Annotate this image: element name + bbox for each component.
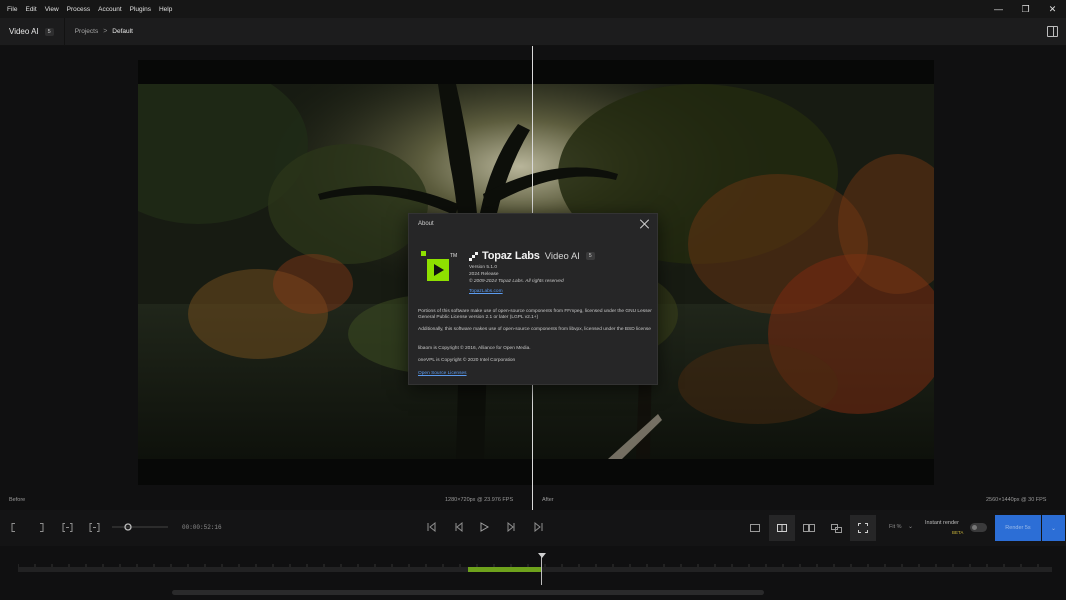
app-title: Video AI — [9, 27, 39, 36]
libvpx-notice: Additionally, this software makes use of… — [418, 327, 651, 332]
jump-to-in-icon[interactable] — [61, 521, 73, 533]
timecode-display: 00:00:52:16 — [182, 524, 222, 531]
libaom-notice: libaom is Copyright © 2016, Alliance for… — [418, 346, 531, 351]
play-icon[interactable] — [478, 521, 490, 533]
render-button[interactable]: Render 5s — [995, 515, 1041, 541]
breadcrumb-projects[interactable]: Projects — [75, 28, 98, 35]
mark-out-icon[interactable] — [37, 521, 45, 533]
timeline-scrollbar[interactable] — [172, 590, 764, 595]
ffmpeg-notice: Portions of this software make use of op… — [418, 309, 652, 321]
split-view-button[interactable] — [769, 515, 795, 541]
menu-help[interactable]: Help — [156, 6, 175, 13]
breadcrumb: Projects > Default — [75, 28, 133, 35]
open-source-licenses-link[interactable]: Open Source Licenses — [418, 371, 652, 377]
skip-to-start-icon[interactable] — [425, 521, 437, 533]
menu-bar: File Edit View Process Account Plugins H… — [0, 0, 1066, 18]
single-view-button[interactable] — [742, 515, 768, 541]
render-options-dropdown[interactable]: ⌄ — [1042, 515, 1065, 541]
product-version-badge: 5 — [585, 252, 595, 260]
instant-render-label: Instant render — [925, 520, 959, 526]
menu-process[interactable]: Process — [64, 6, 93, 13]
playhead-handle-icon[interactable] — [537, 553, 546, 558]
close-window-button[interactable]: ✕ — [1039, 0, 1066, 18]
about-dialog: About TM Topaz Labs Video AI 5 Version 5… — [408, 213, 658, 385]
brand-name: Topaz Labs — [482, 250, 540, 262]
overlay-view-button[interactable] — [823, 515, 849, 541]
chevron-down-icon: ⌄ — [1050, 525, 1057, 532]
jump-to-out-icon[interactable] — [88, 521, 100, 533]
chevron-right-icon: > — [103, 28, 108, 35]
video-ai-logo-icon: TM — [421, 251, 457, 285]
menu-view[interactable]: View — [42, 6, 62, 13]
header-divider — [63, 17, 65, 46]
menu-file[interactable]: File — [4, 6, 20, 13]
beta-badge: BETA — [952, 530, 964, 535]
menu-account[interactable]: Account — [95, 6, 125, 13]
restore-button[interactable]: ❐ — [1012, 0, 1039, 18]
instant-render-toggle[interactable] — [970, 523, 987, 532]
copyright-text: © 2009-2024 Topaz Labs. All rights reser… — [469, 279, 564, 284]
skip-to-end-icon[interactable] — [532, 521, 544, 533]
chevron-down-icon[interactable]: ⌄ — [908, 523, 913, 530]
breadcrumb-current: Default — [112, 28, 133, 35]
fullscreen-button[interactable] — [850, 515, 876, 541]
timeline-selection-range[interactable] — [467, 567, 543, 572]
close-icon[interactable] — [640, 219, 650, 229]
website-link[interactable]: TopazLabs.com — [469, 289, 503, 294]
svg-text:TM: TM — [450, 253, 457, 259]
app-version-badge: 5 — [44, 27, 54, 36]
next-frame-icon[interactable] — [505, 521, 517, 533]
mark-in-icon[interactable] — [9, 521, 17, 533]
after-resolution-info: 2560×1440px @ 30 FPS — [986, 497, 1047, 503]
single-view-icon — [750, 524, 760, 532]
menu-plugins[interactable]: Plugins — [127, 6, 154, 13]
onevpl-notice: oneVPL is Copyright © 2020 Intel Corpora… — [418, 358, 516, 363]
version-text: Version 5.1.0 — [469, 265, 498, 270]
product-name: Video AI — [544, 250, 580, 262]
topaz-labs-mark-icon — [469, 251, 478, 261]
menu-edit[interactable]: Edit — [22, 6, 39, 13]
before-label: Before — [9, 497, 26, 503]
split-view-icon — [777, 524, 787, 532]
previous-frame-icon[interactable] — [452, 521, 464, 533]
before-resolution-info: 1280×720px @ 23.976 FPS — [445, 497, 514, 503]
zoom-select[interactable]: Fit % — [889, 524, 902, 530]
brand-row: Topaz Labs Video AI 5 — [469, 250, 595, 262]
side-by-side-icon — [803, 524, 815, 532]
panel-layout-icon[interactable] — [1047, 26, 1058, 37]
playhead[interactable] — [541, 555, 543, 585]
fullscreen-icon — [858, 523, 868, 533]
about-dialog-title: About — [418, 221, 434, 227]
after-label: After — [542, 497, 554, 503]
side-by-side-view-button[interactable] — [796, 515, 822, 541]
release-text: 2024 Release — [469, 272, 499, 277]
app-header: Video AI 5 Projects > Default — [0, 17, 1066, 46]
minimize-button[interactable]: — — [985, 0, 1012, 18]
overlay-view-icon — [830, 523, 842, 533]
volume-slider[interactable] — [112, 521, 168, 533]
window-controls: — ❐ ✕ — [985, 0, 1066, 18]
